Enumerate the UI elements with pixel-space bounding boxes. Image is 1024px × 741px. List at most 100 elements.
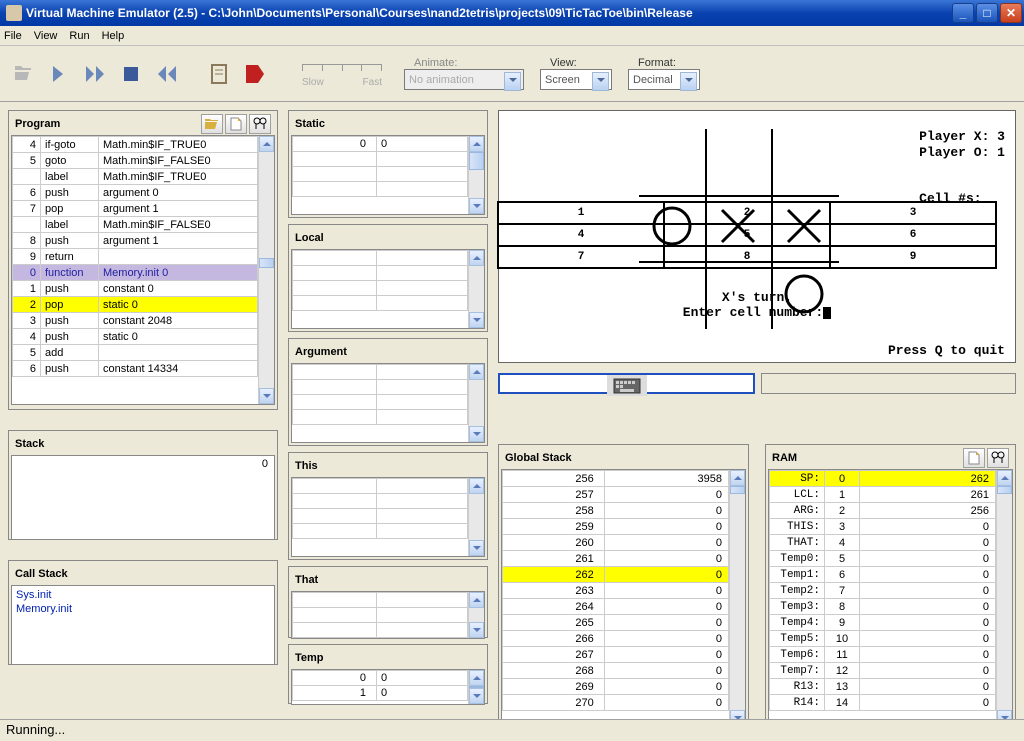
local-table[interactable] bbox=[292, 250, 468, 311]
view-dropdown[interactable]: Screen bbox=[540, 69, 612, 90]
that-table[interactable] bbox=[292, 592, 468, 638]
stop-button[interactable] bbox=[116, 59, 146, 89]
program-row[interactable]: 8pushargument 1 bbox=[13, 233, 258, 249]
new-file-icon[interactable] bbox=[225, 114, 247, 134]
gstack-table[interactable]: 2563958257025802590260026102620263026402… bbox=[502, 470, 729, 711]
gstack-row[interactable]: 2620 bbox=[503, 567, 729, 583]
ram-row[interactable]: Temp1:60 bbox=[770, 567, 996, 583]
close-button[interactable]: ✕ bbox=[1000, 3, 1022, 23]
ram-row[interactable]: Temp3:80 bbox=[770, 599, 996, 615]
titlebar[interactable]: Virtual Machine Emulator (2.5) - C:\John… bbox=[0, 0, 1024, 26]
ram-row[interactable]: SP:0262 bbox=[770, 471, 996, 487]
program-row[interactable]: 6pushargument 0 bbox=[13, 185, 258, 201]
maximize-button[interactable]: □ bbox=[976, 3, 998, 23]
this-scrollbar[interactable] bbox=[468, 478, 484, 556]
callstack-list[interactable]: Sys.initMemory.init bbox=[11, 585, 275, 665]
program-row[interactable]: 5add bbox=[13, 345, 258, 361]
gstack-row[interactable]: 2610 bbox=[503, 551, 729, 567]
menu-view[interactable]: View bbox=[34, 30, 58, 42]
gstack-row[interactable]: 2700 bbox=[503, 695, 729, 711]
program-row[interactable]: 9return bbox=[13, 249, 258, 265]
segment-row[interactable] bbox=[293, 593, 468, 608]
rewind-button[interactable] bbox=[152, 59, 182, 89]
program-row[interactable]: 2popstatic 0 bbox=[13, 297, 258, 313]
ram-row[interactable]: Temp4:90 bbox=[770, 615, 996, 631]
step-button[interactable] bbox=[44, 59, 74, 89]
segment-row[interactable] bbox=[293, 251, 468, 266]
gstack-row[interactable]: 2590 bbox=[503, 519, 729, 535]
gstack-row[interactable]: 2690 bbox=[503, 679, 729, 695]
minimize-button[interactable]: _ bbox=[952, 3, 974, 23]
callstack-item[interactable]: Sys.init bbox=[16, 588, 270, 602]
program-row[interactable]: 7popargument 1 bbox=[13, 201, 258, 217]
ram-row[interactable]: Temp7:120 bbox=[770, 663, 996, 679]
search-icon[interactable] bbox=[249, 114, 271, 134]
gstack-row[interactable]: 2680 bbox=[503, 663, 729, 679]
static-scrollbar[interactable] bbox=[468, 136, 484, 214]
program-row[interactable]: labelMath.min$IF_TRUE0 bbox=[13, 169, 258, 185]
argument-table[interactable] bbox=[292, 364, 468, 425]
animate-dropdown[interactable]: No animation bbox=[404, 69, 524, 90]
static-table[interactable]: 00 bbox=[292, 136, 468, 197]
program-row[interactable]: 6pushconstant 14334 bbox=[13, 361, 258, 377]
segment-row[interactable] bbox=[293, 623, 468, 638]
gstack-row[interactable]: 2570 bbox=[503, 487, 729, 503]
segment-row[interactable]: 00 bbox=[293, 137, 468, 152]
program-row[interactable]: 5gotoMath.min$IF_FALSE0 bbox=[13, 153, 258, 169]
segment-row[interactable] bbox=[293, 608, 468, 623]
search-icon[interactable] bbox=[987, 448, 1009, 468]
ram-scrollbar[interactable] bbox=[996, 470, 1012, 726]
gstack-row[interactable]: 2600 bbox=[503, 535, 729, 551]
ram-row[interactable]: Temp6:110 bbox=[770, 647, 996, 663]
gstack-row[interactable]: 2650 bbox=[503, 615, 729, 631]
ram-row[interactable]: Temp5:100 bbox=[770, 631, 996, 647]
ram-row[interactable]: Temp2:70 bbox=[770, 583, 996, 599]
segment-row[interactable]: 00 bbox=[293, 671, 468, 686]
segment-row[interactable] bbox=[293, 266, 468, 281]
program-row[interactable]: 4if-gotoMath.min$IF_TRUE0 bbox=[13, 137, 258, 153]
ram-row[interactable]: THAT:40 bbox=[770, 535, 996, 551]
segment-row[interactable] bbox=[293, 479, 468, 494]
run-button[interactable] bbox=[80, 59, 110, 89]
gstack-row[interactable]: 2640 bbox=[503, 599, 729, 615]
program-scrollbar[interactable] bbox=[258, 136, 274, 404]
program-table[interactable]: 4if-gotoMath.min$IF_TRUE05gotoMath.min$I… bbox=[12, 136, 258, 377]
segment-row[interactable] bbox=[293, 410, 468, 425]
menu-run[interactable]: Run bbox=[69, 30, 89, 42]
segment-row[interactable]: 10 bbox=[293, 686, 468, 701]
open-button[interactable] bbox=[8, 59, 38, 89]
program-row[interactable]: 3pushconstant 2048 bbox=[13, 313, 258, 329]
ram-row[interactable]: ARG:2256 bbox=[770, 503, 996, 519]
segment-row[interactable] bbox=[293, 494, 468, 509]
keyboard-input[interactable] bbox=[498, 373, 755, 394]
ram-row[interactable]: THIS:30 bbox=[770, 519, 996, 535]
menu-file[interactable]: File bbox=[4, 30, 22, 42]
ram-row[interactable]: R14:140 bbox=[770, 695, 996, 711]
local-scrollbar[interactable] bbox=[468, 250, 484, 328]
scroll-up-icon[interactable] bbox=[259, 136, 274, 152]
ram-row[interactable]: R13:130 bbox=[770, 679, 996, 695]
segment-row[interactable] bbox=[293, 167, 468, 182]
ram-table[interactable]: SP:0262LCL:1261ARG:2256THIS:30THAT:40Tem… bbox=[769, 470, 996, 711]
open-folder-icon[interactable] bbox=[201, 114, 223, 134]
segment-row[interactable] bbox=[293, 395, 468, 410]
segment-row[interactable] bbox=[293, 380, 468, 395]
program-row[interactable]: 1pushconstant 0 bbox=[13, 281, 258, 297]
new-file-icon[interactable] bbox=[963, 448, 985, 468]
segment-row[interactable] bbox=[293, 509, 468, 524]
program-row[interactable]: 4pushstatic 0 bbox=[13, 329, 258, 345]
format-dropdown[interactable]: Decimal bbox=[628, 69, 700, 90]
segment-row[interactable] bbox=[293, 524, 468, 539]
segment-row[interactable] bbox=[293, 182, 468, 197]
gstack-row[interactable]: 2580 bbox=[503, 503, 729, 519]
scroll-down-icon[interactable] bbox=[259, 388, 274, 404]
gstack-scrollbar[interactable] bbox=[729, 470, 745, 726]
segment-row[interactable] bbox=[293, 365, 468, 380]
program-row[interactable]: 0functionMemory.init 0 bbox=[13, 265, 258, 281]
program-row[interactable]: labelMath.min$IF_FALSE0 bbox=[13, 217, 258, 233]
menu-help[interactable]: Help bbox=[102, 30, 125, 42]
that-scrollbar[interactable] bbox=[468, 592, 484, 638]
segment-row[interactable] bbox=[293, 281, 468, 296]
gstack-row[interactable]: 2630 bbox=[503, 583, 729, 599]
argument-scrollbar[interactable] bbox=[468, 364, 484, 442]
